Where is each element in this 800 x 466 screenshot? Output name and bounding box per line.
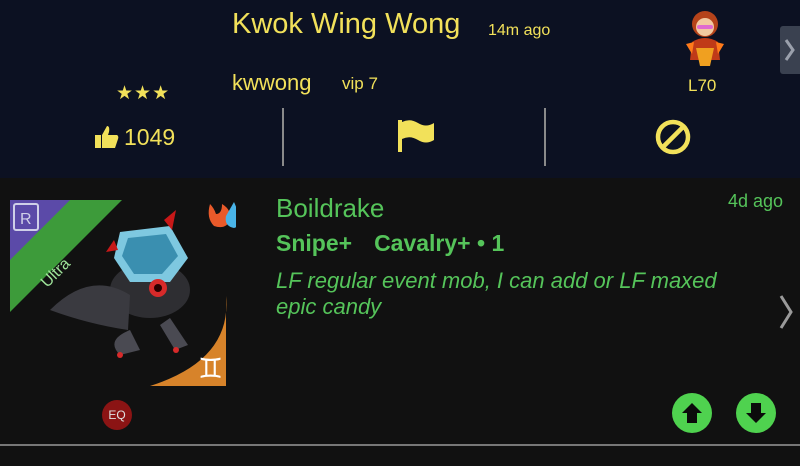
block-button[interactable]	[654, 118, 692, 161]
eq-badge: EQ	[102, 400, 132, 430]
chevron-right-icon	[784, 39, 795, 61]
post-timestamp: 4d ago	[728, 191, 784, 211]
like-button[interactable]: 1049	[94, 122, 175, 152]
trait-cavalry: Cavalry+ • 1	[374, 230, 505, 256]
gemini-icon: ♊	[198, 352, 223, 385]
trait-snipe: Snipe+	[276, 230, 353, 256]
thumbs-up-icon	[95, 126, 119, 148]
action-divider	[544, 108, 546, 166]
rarity-badge: R	[20, 211, 32, 228]
arrow-up-icon	[682, 403, 702, 423]
chevron-right-icon	[779, 295, 793, 329]
arrow-down-icon	[746, 403, 766, 423]
player-name[interactable]: Kwok Wing Wong	[232, 8, 460, 41]
player-username[interactable]: kwwong	[232, 70, 311, 96]
monster-portrait[interactable]: R Ultra ♊	[10, 200, 236, 390]
header-next-button[interactable]	[780, 26, 800, 74]
report-button[interactable]	[396, 118, 436, 159]
player-level: L70	[688, 76, 717, 95]
flag-icon	[398, 120, 434, 152]
downvote-button[interactable]	[736, 393, 776, 433]
block-icon	[655, 119, 691, 155]
monster-traits: Snipe+ Cavalry+ • 1	[276, 230, 526, 257]
vip-level: vip 7	[342, 74, 378, 93]
header-timestamp: 14m ago	[488, 22, 551, 39]
upvote-button[interactable]	[672, 393, 712, 433]
like-count: 1049	[124, 123, 176, 150]
post-message: LF regular event mob, I can add or LF ma…	[276, 268, 717, 319]
action-divider	[282, 108, 284, 166]
monster-name[interactable]: Boildrake	[276, 193, 384, 224]
player-stars: ★★★	[116, 83, 171, 104]
player-avatar[interactable]	[680, 8, 730, 70]
water-icon	[225, 202, 236, 228]
card-divider	[0, 444, 800, 446]
post-details-button[interactable]	[776, 290, 796, 339]
